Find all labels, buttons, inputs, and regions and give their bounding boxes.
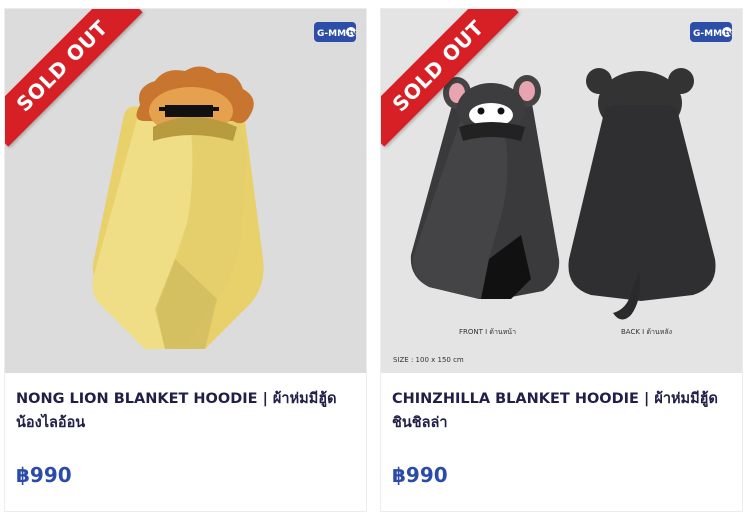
svg-text:tv: tv [349,29,357,37]
chinchilla-back-view [568,68,716,320]
product-image[interactable]: FRONT I ด้านหน้า BACK I ด้านหลัง SIZE : … [381,9,742,373]
product-title[interactable]: NONG LION BLANKET HOODIE | ผ้าห่มมีฮู้ด … [16,387,352,435]
caption-front: FRONT I ด้านหน้า [459,328,517,336]
svg-text:G-MM: G-MM [317,29,346,39]
product-card[interactable]: FRONT I ด้านหน้า BACK I ด้านหลัง SIZE : … [380,8,743,512]
product-image[interactable]: SOLD OUT G-MM tv [5,9,366,373]
caption-size: SIZE : 100 x 150 cm [393,356,464,364]
product-title-line1[interactable]: CHINZHILLA BLANKET HOODIE | ผ้าห่มมีฮู้ด [392,387,728,411]
product-title-line2[interactable]: น้องไลอ้อน [16,411,352,435]
product-title[interactable]: CHINZHILLA BLANKET HOODIE | ผ้าห่มมีฮู้ด… [392,387,728,435]
product-title-line1[interactable]: NONG LION BLANKET HOODIE | ผ้าห่มมีฮู้ด [16,387,352,411]
svg-text:G-MM: G-MM [693,29,722,39]
gmmtv-logo: G-MM tv [314,22,357,42]
product-price: ฿990 [16,463,72,487]
product-price: ฿990 [392,463,448,487]
caption-back: BACK I ด้านหลัง [621,328,673,336]
svg-text:tv: tv [725,29,733,37]
gmmtv-logo: G-MM tv [690,22,733,42]
chinchilla-front-view [410,75,560,299]
product-card[interactable]: SOLD OUT G-MM tv NONG LION BLANKET HOODI… [4,8,367,512]
product-title-line2[interactable]: ชินชิลล่า [392,411,728,435]
